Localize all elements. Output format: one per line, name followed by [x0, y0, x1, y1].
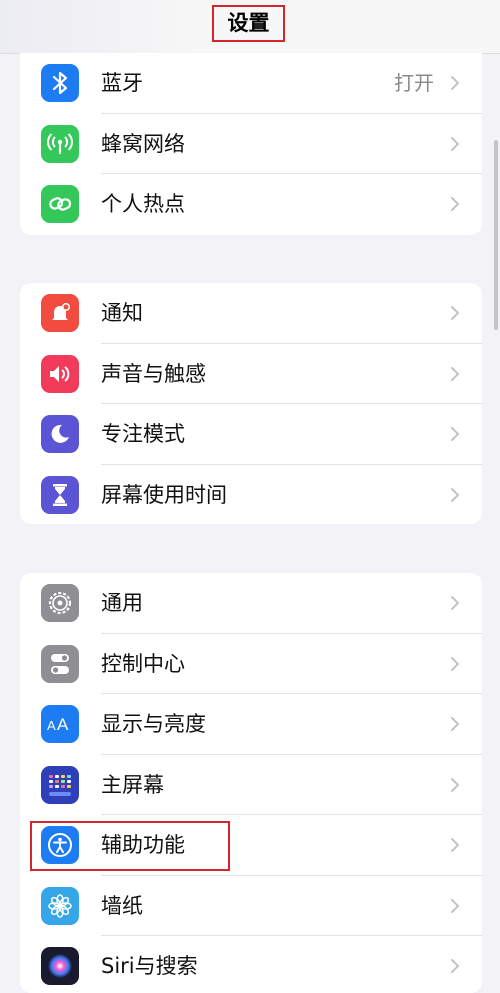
navbar-background [0, 0, 200, 53]
gear-icon [41, 584, 79, 622]
row-cellular[interactable]: 蜂窝网络 [20, 114, 482, 174]
speaker-icon [41, 354, 79, 393]
row-label: 屏幕使用时间 [101, 482, 227, 507]
row-label: 主屏幕 [101, 772, 164, 797]
row-label: 声音与触感 [101, 361, 206, 386]
row-label: 蓝牙 [101, 71, 143, 95]
chevron-right-icon [451, 306, 459, 320]
bluetooth-icon [41, 64, 79, 102]
row-label: 专注模式 [101, 422, 185, 446]
chevron-right-icon [451, 136, 459, 151]
wallpaper-flower-icon [41, 886, 79, 925]
chevron-right-icon [451, 366, 459, 381]
settings-group-notifications: 通知 声音与触感 专注模式 屏幕使用时间 [20, 283, 482, 524]
row-sounds-haptics[interactable]: 声音与触感 [20, 344, 482, 404]
chevron-right-icon [451, 487, 459, 502]
row-siri-search[interactable]: Siri与搜索 [20, 936, 482, 993]
row-notifications[interactable]: 通知 [20, 283, 482, 344]
row-label: Siri与搜索 [101, 954, 198, 978]
moon-icon [41, 415, 79, 453]
row-label: 蜂窝网络 [101, 131, 185, 156]
siri-orb-icon [41, 947, 79, 985]
row-label: 墙纸 [101, 893, 143, 918]
chevron-right-icon [451, 777, 459, 792]
chevron-right-icon [451, 427, 459, 441]
chevron-right-icon [451, 656, 459, 671]
navigation-bar: 设置 [0, 0, 500, 54]
scrollbar[interactable] [494, 140, 498, 330]
page-title: 设置 [212, 5, 285, 42]
bluetooth-status-value: 打开 [394, 71, 434, 95]
chevron-right-icon [451, 838, 459, 852]
row-display-brightness[interactable]: AA 显示与亮度 [20, 694, 482, 755]
chevron-right-icon [451, 197, 459, 211]
row-focus-mode[interactable]: 专注模式 [20, 404, 482, 465]
row-label: 通用 [101, 591, 143, 615]
accessibility-person-icon [41, 826, 79, 864]
toggle-switches-icon [41, 644, 79, 683]
settings-group-general: 通用 控制中心 AA 显示与亮度 主屏幕 辅助功能 墙纸 Siri与搜索 [20, 573, 482, 993]
row-accessibility[interactable]: 辅助功能 [20, 815, 482, 876]
svg-text:A: A [47, 718, 56, 733]
row-bluetooth[interactable]: 蓝牙 打开 [20, 53, 482, 114]
settings-group-connectivity: 蓝牙 打开 蜂窝网络 个人热点 [20, 53, 482, 235]
row-personal-hotspot[interactable]: 个人热点 [20, 174, 482, 235]
home-screen-grid-icon [41, 765, 79, 804]
row-label: 个人热点 [101, 192, 185, 216]
row-label: 控制中心 [101, 651, 185, 676]
row-screen-time[interactable]: 屏幕使用时间 [20, 465, 482, 525]
notification-bell-icon [41, 294, 79, 332]
chevron-right-icon [451, 717, 459, 731]
row-general[interactable]: 通用 [20, 573, 482, 634]
chevron-right-icon [451, 959, 459, 973]
hourglass-icon [41, 475, 79, 514]
cellular-antenna-icon [41, 124, 79, 163]
chevron-right-icon [451, 898, 459, 913]
row-home-screen[interactable]: 主屏幕 [20, 755, 482, 815]
personal-hotspot-icon [41, 185, 79, 223]
row-control-center[interactable]: 控制中心 [20, 634, 482, 694]
svg-text:A: A [57, 715, 69, 734]
row-label: 显示与亮度 [101, 712, 206, 736]
chevron-right-icon [451, 76, 459, 90]
chevron-right-icon [451, 596, 459, 610]
text-size-aa-icon: AA [41, 705, 79, 743]
row-label: 辅助功能 [101, 833, 185, 857]
row-wallpaper[interactable]: 墙纸 [20, 876, 482, 936]
row-label: 通知 [101, 301, 143, 325]
